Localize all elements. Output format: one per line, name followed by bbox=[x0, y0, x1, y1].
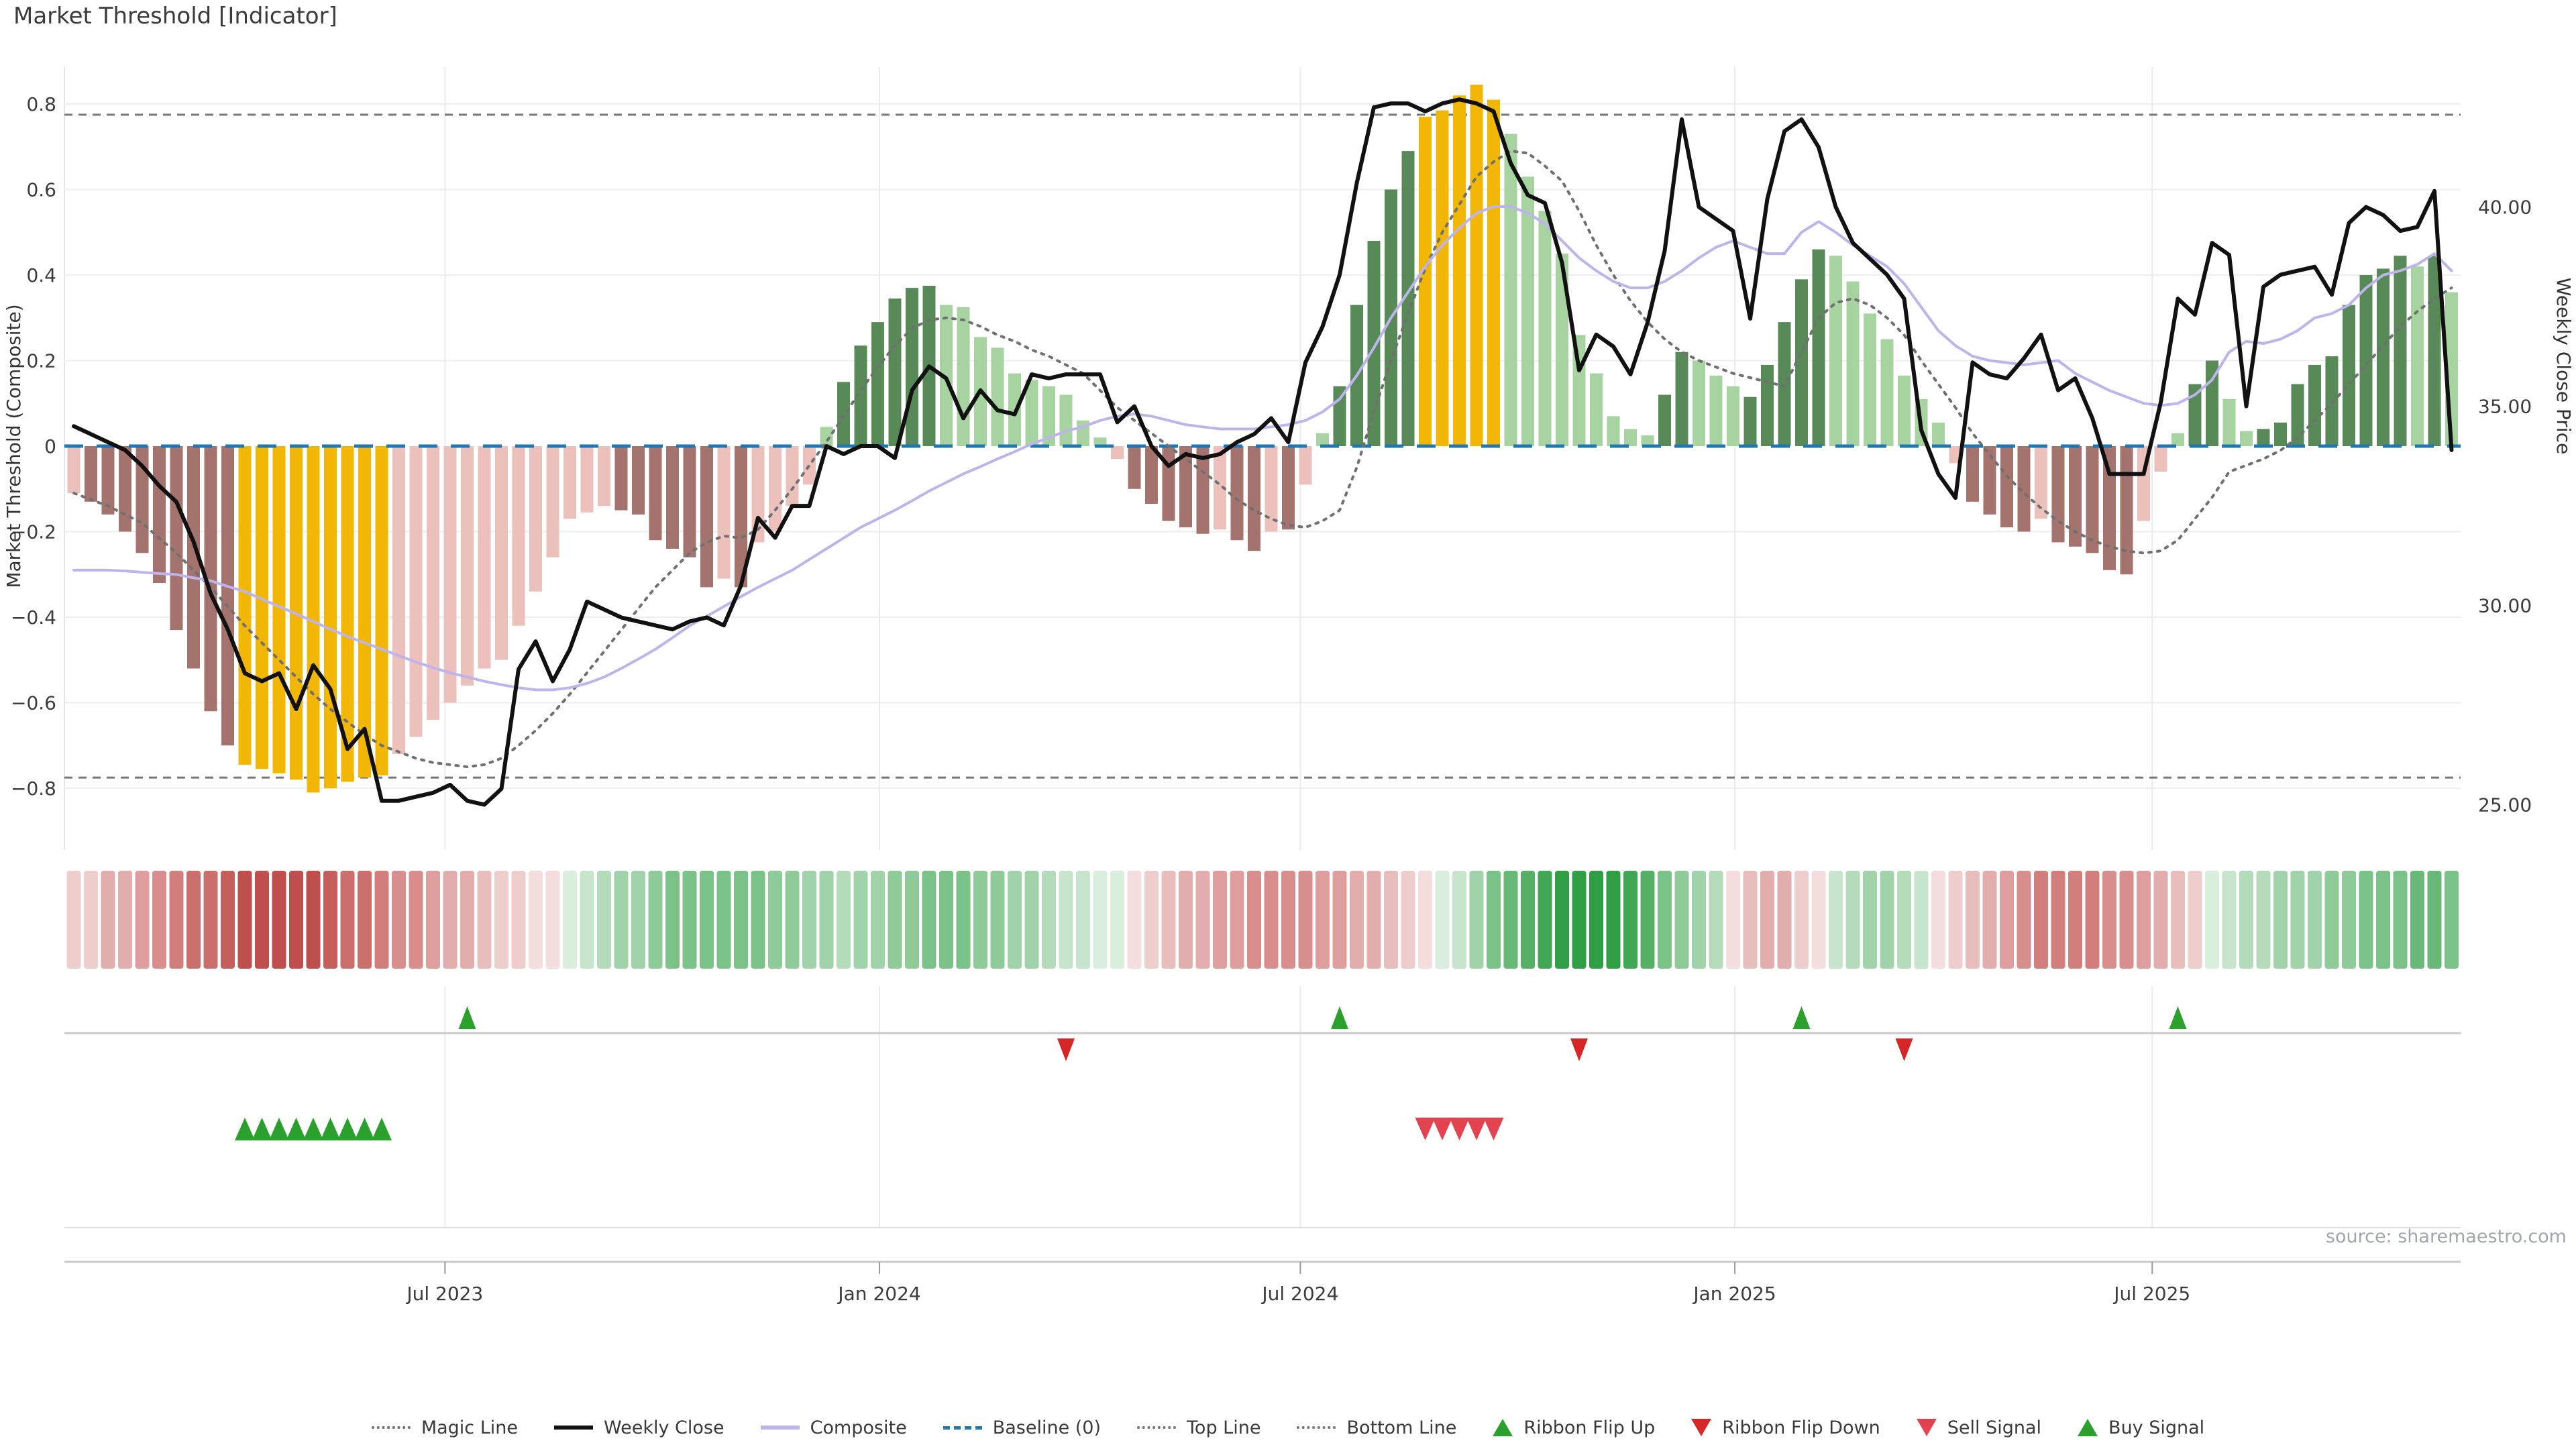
x-tick-label: Jan 2025 bbox=[1692, 1283, 1776, 1305]
y-left-tick-label: 0.8 bbox=[26, 93, 56, 115]
ribbon-flip-up-marker bbox=[2169, 1006, 2187, 1029]
x-axis: Jul 2023 Jan 2024 Jul 2024 Jan 2025 Jul 2025 bbox=[405, 1262, 2190, 1305]
chart-legend: Magic Line Weekly Close Composite Baseline … bbox=[0, 1407, 2576, 1448]
y-left-axis-title: Market Threshold (Composite) bbox=[3, 304, 25, 588]
chart-svg: 0.80.60.40.20−0.2−0.4−0.6−0.8Market Thre… bbox=[0, 0, 2576, 1382]
legend-label: Top Line bbox=[1187, 1417, 1260, 1438]
source-note: source: sharemaestro.com bbox=[2326, 1226, 2567, 1247]
y-left-tick-label: 0.6 bbox=[26, 179, 56, 201]
signal-markers bbox=[235, 1006, 2187, 1140]
ribbon-flip-up-marker bbox=[459, 1006, 476, 1029]
sell-signal-marker bbox=[1432, 1118, 1452, 1140]
ribbon-flip-down-marker bbox=[1057, 1038, 1075, 1061]
ribbon-flip-down-marker bbox=[1896, 1038, 1913, 1061]
y-left-tick-label: −0.4 bbox=[11, 606, 56, 629]
buy-signal-marker bbox=[337, 1118, 358, 1140]
legend-item-buy-signal: Buy Signal bbox=[2078, 1417, 2204, 1438]
market-threshold-chart: 0.80.60.40.20−0.2−0.4−0.6−0.8Market Thre… bbox=[0, 0, 2576, 1382]
buy-signal-marker bbox=[269, 1118, 289, 1140]
triangle-up-icon bbox=[2078, 1419, 2098, 1436]
buy-signal-marker bbox=[303, 1118, 323, 1140]
buy-signal-marker bbox=[252, 1118, 272, 1140]
legend-item-bottom-line: Bottom Line bbox=[1297, 1417, 1456, 1438]
buy-signal-marker bbox=[286, 1118, 307, 1140]
ribbon-flip-up-marker bbox=[1793, 1006, 1811, 1029]
legend-label: Buy Signal bbox=[2108, 1417, 2204, 1438]
legend-item-weekly-close: Weekly Close bbox=[554, 1417, 724, 1438]
triangle-up-icon bbox=[1493, 1419, 1513, 1436]
y-axis-left: 0.80.60.40.20−0.2−0.4−0.6−0.8Market Thre… bbox=[3, 93, 56, 800]
y-left-tick-label: 0.4 bbox=[26, 264, 56, 286]
dotted-line-icon bbox=[1137, 1426, 1176, 1429]
legend-item-composite: Composite bbox=[761, 1417, 907, 1438]
y-left-tick-label: 0.2 bbox=[26, 350, 56, 372]
solid-line-icon bbox=[554, 1426, 593, 1430]
y-right-axis-title: Weekly Close Price bbox=[2553, 278, 2575, 454]
legend-label: Bottom Line bbox=[1346, 1417, 1456, 1438]
legend-item-baseline-0-: Baseline (0) bbox=[943, 1417, 1101, 1438]
x-tick-label: Jul 2024 bbox=[1260, 1283, 1338, 1305]
legend-label: Ribbon Flip Down bbox=[1722, 1417, 1880, 1438]
legend-item-top-line: Top Line bbox=[1137, 1417, 1260, 1438]
dotted-line-icon bbox=[372, 1426, 411, 1429]
y-left-tick-label: −0.6 bbox=[11, 692, 56, 714]
legend-label: Ribbon Flip Up bbox=[1523, 1417, 1655, 1438]
legend-item-ribbon-flip-up: Ribbon Flip Up bbox=[1493, 1417, 1655, 1438]
y-axis-right: 40.00 35.00 30.00 25.00 Weekly Close Price bbox=[2478, 197, 2575, 816]
legend-label: Baseline (0) bbox=[993, 1417, 1101, 1438]
momentum-ribbon bbox=[67, 871, 2459, 969]
legend-label: Sell Signal bbox=[1947, 1417, 2041, 1438]
y-left-tick-label: 0 bbox=[44, 435, 56, 458]
ribbon-flip-down-marker bbox=[1570, 1038, 1588, 1061]
ribbon-flip-up-marker bbox=[1331, 1006, 1348, 1029]
x-tick-label: Jul 2023 bbox=[405, 1283, 483, 1305]
sell-signal-marker bbox=[1484, 1118, 1504, 1140]
market-threshold-page: Market Threshold [Indicator] 0.80.60.40.… bbox=[0, 0, 2576, 1449]
legend-label: Magic Line bbox=[421, 1417, 518, 1438]
legend-item-sell-signal: Sell Signal bbox=[1917, 1417, 2041, 1438]
sell-signal-marker bbox=[1450, 1118, 1470, 1140]
y-right-tick-label: 25.00 bbox=[2478, 794, 2532, 816]
legend-label: Weekly Close bbox=[604, 1417, 724, 1438]
legend-item-ribbon-flip-down: Ribbon Flip Down bbox=[1691, 1417, 1880, 1438]
buy-signal-marker bbox=[372, 1118, 392, 1140]
sell-signal-marker bbox=[1415, 1118, 1436, 1140]
legend-item-magic-line: Magic Line bbox=[372, 1417, 518, 1438]
triangle-down-icon bbox=[1691, 1419, 1711, 1436]
buy-signal-marker bbox=[235, 1118, 255, 1140]
x-tick-label: Jan 2024 bbox=[837, 1283, 920, 1305]
y-right-tick-label: 35.00 bbox=[2478, 396, 2532, 418]
y-left-tick-label: −0.8 bbox=[11, 777, 56, 800]
dashed-line-icon bbox=[943, 1426, 982, 1430]
y-right-tick-label: 40.00 bbox=[2478, 197, 2532, 219]
buy-signal-marker bbox=[321, 1118, 341, 1140]
legend-label: Composite bbox=[810, 1417, 907, 1438]
y-right-tick-label: 30.00 bbox=[2478, 595, 2532, 617]
x-tick-label: Jul 2025 bbox=[2112, 1283, 2190, 1305]
triangle-down-icon bbox=[1917, 1419, 1937, 1436]
gridlines bbox=[64, 67, 2461, 1228]
solid-line-icon bbox=[761, 1426, 800, 1430]
dotted-line-icon bbox=[1297, 1426, 1336, 1429]
sell-signal-marker bbox=[1466, 1118, 1487, 1140]
buy-signal-marker bbox=[355, 1118, 375, 1140]
